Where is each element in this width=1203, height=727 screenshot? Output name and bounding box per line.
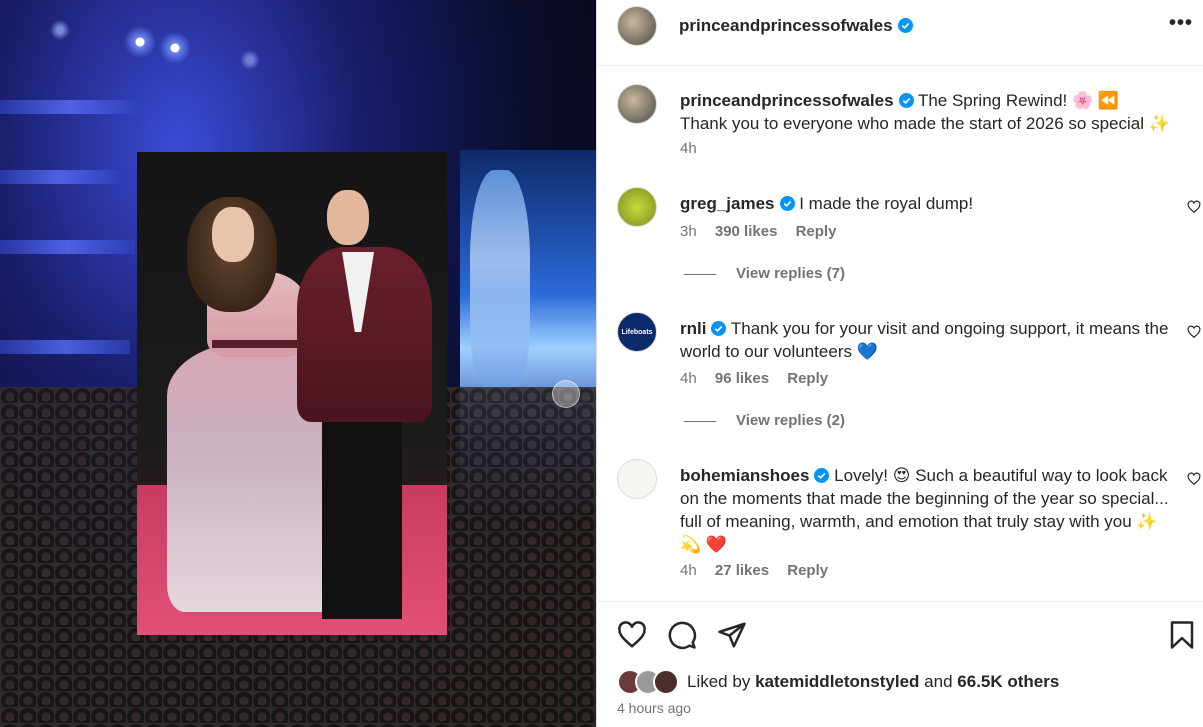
balcony-tier [0, 340, 130, 354]
view-replies-button[interactable]: View replies (2) [684, 412, 845, 429]
comments-list[interactable]: princeandprincessofwales The Spring Rewi… [597, 66, 1203, 601]
comment-username[interactable]: greg_james [680, 194, 775, 213]
man-trousers [322, 414, 402, 619]
caption-line1: The Spring Rewind! 🌸 ⏪ [917, 91, 1120, 110]
author-username-wrap: princeandprincessofwales [679, 16, 913, 36]
post-timestamp[interactable]: 4 hours ago [617, 700, 691, 716]
likes-and: and [924, 672, 953, 691]
author-username[interactable]: princeandprincessofwales [679, 16, 893, 35]
likes-others[interactable]: 66.5K others [957, 672, 1059, 692]
heart-icon[interactable] [617, 620, 647, 650]
like-comment-heart-icon[interactable] [1187, 325, 1201, 339]
post-panel: princeandprincessofwales ••• princeandpr… [596, 0, 1203, 727]
caption-username[interactable]: princeandprincessofwales [680, 91, 894, 110]
comment-time: 3h [680, 223, 697, 240]
comment-likes[interactable]: 390 likes [715, 223, 778, 240]
comment-meta: 3h 390 likes Reply [680, 223, 850, 240]
like-comment-heart-icon[interactable] [1187, 200, 1201, 214]
balcony-tier [0, 170, 120, 184]
man-face [327, 190, 369, 245]
action-bar: Liked by katemiddletonstyled and 66.5K o… [597, 601, 1203, 727]
bookmark-icon[interactable] [1167, 620, 1197, 650]
post-media[interactable] [0, 0, 596, 727]
post-header: princeandprincessofwales ••• [597, 0, 1203, 66]
comment-likes[interactable]: 96 likes [715, 370, 769, 387]
caption-meta: 4h [680, 140, 711, 157]
comment-body: rnli Thank you for your visit and ongoin… [680, 317, 1181, 363]
verified-icon [779, 196, 795, 211]
like-comment-heart-icon[interactable] [1187, 472, 1201, 486]
balcony-tier [0, 240, 135, 254]
share-icon[interactable] [717, 620, 747, 650]
comment-body: greg_james I made the royal dump! [680, 192, 1181, 215]
comment-meta: 4h 27 likes Reply [680, 562, 842, 579]
comment-icon[interactable] [667, 620, 697, 650]
comment-time: 4h [680, 370, 697, 387]
comment-body: bohemianshoes Lovely! 😍 Such a beautiful… [680, 464, 1181, 556]
comment-text: I made the royal dump! [799, 194, 974, 213]
likes-user[interactable]: katemiddletonstyled [755, 672, 919, 692]
comment-username[interactable]: rnli [680, 319, 706, 338]
commenter-avatar[interactable] [617, 459, 657, 499]
verified-icon [711, 321, 727, 336]
view-replies-button[interactable]: View replies (7) [684, 265, 845, 282]
bafta-mask [470, 170, 530, 390]
woman-face [212, 207, 254, 262]
likes-summary[interactable]: Liked by katemiddletonstyled and 66.5K o… [617, 668, 1059, 696]
couple-photo [137, 152, 447, 635]
commenter-avatar[interactable] [617, 187, 657, 227]
comment-username[interactable]: bohemianshoes [680, 466, 809, 485]
more-icon[interactable]: ••• [1169, 12, 1193, 35]
caption-body: princeandprincessofwales The Spring Rewi… [680, 89, 1181, 135]
comment-text: Thank you for your visit and ongoing sup… [680, 319, 1169, 361]
likes-prefix: Liked by [687, 672, 751, 691]
reply-button[interactable]: Reply [796, 223, 837, 240]
comment-meta: 4h 96 likes Reply [680, 370, 842, 387]
liker-avatar [653, 669, 679, 695]
caption-time: 4h [680, 140, 697, 157]
commenter-avatar[interactable]: Lifeboats [617, 312, 657, 352]
author-avatar[interactable] [617, 6, 657, 46]
verified-icon [898, 93, 914, 108]
author-avatar[interactable] [617, 84, 657, 124]
reply-button[interactable]: Reply [787, 370, 828, 387]
verified-icon [897, 18, 913, 33]
caption-line2: Thank you to everyone who made the start… [680, 114, 1170, 133]
verified-icon [814, 468, 830, 483]
comment-time: 4h [680, 562, 697, 579]
liker-avatars [617, 669, 679, 695]
gown-belt [212, 340, 302, 348]
avatar-logo-text: Lifeboats [621, 328, 653, 336]
carousel-next-button[interactable] [552, 380, 580, 408]
comment-likes[interactable]: 27 likes [715, 562, 769, 579]
reply-button[interactable]: Reply [787, 562, 828, 579]
balcony-tier [0, 100, 140, 114]
